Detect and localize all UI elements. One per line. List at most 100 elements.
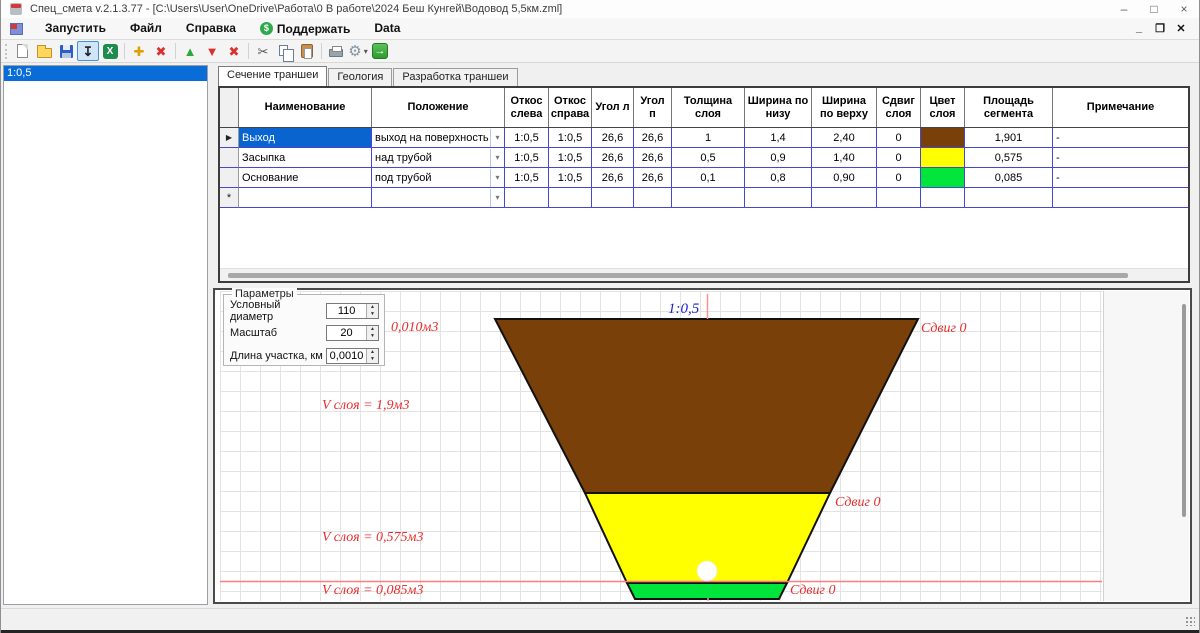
paste-button[interactable] <box>296 41 318 61</box>
cell-angle-r[interactable] <box>634 188 672 208</box>
close-button[interactable]: × <box>1169 1 1199 18</box>
column-header-note[interactable]: Примечание <box>1053 88 1188 127</box>
column-header-width-bottom[interactable]: Ширина по низу <box>745 88 812 127</box>
cell-width-top[interactable]: 2,40 <box>812 128 877 148</box>
menu-item-help[interactable]: Справка <box>174 18 248 39</box>
spin-up-icon[interactable]: ▲ <box>367 349 378 356</box>
cell-slope-left[interactable] <box>505 188 549 208</box>
cell-thickness[interactable]: 0,1 <box>672 168 745 188</box>
cell-note[interactable] <box>1053 188 1188 208</box>
move-down-button[interactable]: ▼ <box>201 41 223 61</box>
vertical-scrollbar-thumb[interactable] <box>1182 304 1186 517</box>
layer-exit-polygon[interactable] <box>495 319 918 493</box>
cell-angle-r[interactable]: 26,6 <box>634 168 672 188</box>
column-header-shift[interactable]: Сдвиг слоя <box>877 88 921 127</box>
spin-up-icon[interactable]: ▲ <box>367 326 378 333</box>
tab-trench-development[interactable]: Разработка траншеи <box>393 68 517 86</box>
resize-grip[interactable] <box>1185 616 1195 626</box>
cell-layer-color[interactable] <box>921 188 965 208</box>
cell-angle-l[interactable]: 26,6 <box>592 168 634 188</box>
cell-name[interactable]: Засыпка <box>239 148 372 168</box>
cell-angle-r[interactable]: 26,6 <box>634 148 672 168</box>
cell-area[interactable] <box>965 188 1053 208</box>
save-button[interactable] <box>55 41 77 61</box>
cell-name[interactable] <box>239 188 372 208</box>
cell-slope-right[interactable] <box>549 188 592 208</box>
cell-thickness[interactable]: 0,5 <box>672 148 745 168</box>
spin-down-icon[interactable]: ▼ <box>367 311 378 318</box>
cell-position[interactable]: ▾ <box>372 188 505 208</box>
excel-export-button[interactable]: X <box>99 41 121 61</box>
add-row-button[interactable]: ✚ <box>128 41 150 61</box>
cell-width-top[interactable]: 1,40 <box>812 148 877 168</box>
cell-name[interactable]: Выход <box>239 128 372 148</box>
list-item-section[interactable]: 1:0,5 <box>4 66 207 81</box>
settings-button[interactable]: ⚙▾ <box>347 41 369 61</box>
cell-note[interactable]: - <box>1053 168 1188 188</box>
tab-trench-section[interactable]: Сечение траншеи <box>218 66 327 86</box>
dropdown-button[interactable]: ▾ <box>490 149 504 167</box>
column-header-angle-l[interactable]: Угол л <box>592 88 634 127</box>
column-header-width-top[interactable]: Ширина по верху <box>812 88 877 127</box>
cell-shift[interactable]: 0 <box>877 148 921 168</box>
cell-area[interactable]: 0,085 <box>965 168 1053 188</box>
cell-area[interactable]: 0,575 <box>965 148 1053 168</box>
dropdown-button[interactable]: ▾ <box>490 189 504 207</box>
dropdown-button[interactable]: ▾ <box>490 169 504 187</box>
spin-down-icon[interactable]: ▼ <box>367 333 378 340</box>
cell-note[interactable]: - <box>1053 128 1188 148</box>
cell-shift[interactable]: 0 <box>877 128 921 148</box>
mdi-close-button[interactable]: ✕ <box>1175 22 1187 35</box>
cell-position[interactable]: выход на поверхность▾ <box>372 128 505 148</box>
cell-slope-right[interactable]: 1:0,5 <box>549 168 592 188</box>
column-header-area[interactable]: Площадь сегмента <box>965 88 1053 127</box>
horizontal-scrollbar-thumb[interactable] <box>228 273 1128 278</box>
cell-slope-right[interactable]: 1:0,5 <box>549 148 592 168</box>
cell-layer-color[interactable] <box>921 148 965 168</box>
column-header-position[interactable]: Положение <box>372 88 505 127</box>
cell-angle-l[interactable] <box>592 188 634 208</box>
mdi-minimize-button[interactable]: _ <box>1133 22 1145 35</box>
cell-layer-color[interactable] <box>921 128 965 148</box>
move-up-button[interactable]: ▲ <box>179 41 201 61</box>
menu-item-run[interactable]: Запустить <box>33 18 118 39</box>
cell-thickness[interactable] <box>672 188 745 208</box>
print-button[interactable] <box>325 41 347 61</box>
column-header-angle-r[interactable]: Угол п <box>634 88 672 127</box>
cell-angle-l[interactable]: 26,6 <box>592 128 634 148</box>
scale-stepper[interactable]: 20 ▲▼ <box>326 325 379 341</box>
cell-shift[interactable]: 0 <box>877 168 921 188</box>
new-document-button[interactable] <box>11 41 33 61</box>
delete-button[interactable]: ✖ <box>223 41 245 61</box>
delete-row-button[interactable]: ✖ <box>150 41 172 61</box>
horizontal-scrollbar[interactable] <box>220 268 1188 281</box>
cell-shift[interactable] <box>877 188 921 208</box>
pipe-circle[interactable] <box>697 561 717 581</box>
cell-position[interactable]: над трубой▾ <box>372 148 505 168</box>
spin-up-icon[interactable]: ▲ <box>367 304 378 311</box>
column-header-slope-left[interactable]: Откос слева <box>505 88 549 127</box>
cell-angle-l[interactable]: 26,6 <box>592 148 634 168</box>
mdi-restore-button[interactable]: ❐ <box>1154 22 1166 35</box>
cell-position[interactable]: под трубой▾ <box>372 168 505 188</box>
menu-item-file[interactable]: Файл <box>118 18 174 39</box>
column-header-color[interactable]: Цвет слоя <box>921 88 965 127</box>
import-section-button[interactable]: ↧ <box>77 41 99 61</box>
cell-name[interactable]: Основание <box>239 168 372 188</box>
copy-button[interactable] <box>274 41 296 61</box>
cell-layer-color[interactable] <box>921 168 965 188</box>
spin-down-icon[interactable]: ▼ <box>367 356 378 363</box>
cell-width-top[interactable]: 0,90 <box>812 168 877 188</box>
cell-width-bottom[interactable]: 0,8 <box>745 168 812 188</box>
nominal-diameter-stepper[interactable]: 110 ▲▼ <box>326 303 379 319</box>
cell-area[interactable]: 1,901 <box>965 128 1053 148</box>
cell-slope-left[interactable]: 1:0,5 <box>505 148 549 168</box>
column-header-slope-right[interactable]: Откос справа <box>549 88 592 127</box>
tab-geology[interactable]: Геология <box>328 68 392 86</box>
cell-width-bottom[interactable] <box>745 188 812 208</box>
layer-base-polygon[interactable] <box>627 583 787 599</box>
dropdown-button[interactable]: ▾ <box>490 129 504 147</box>
cell-width-bottom[interactable]: 1,4 <box>745 128 812 148</box>
cell-slope-left[interactable]: 1:0,5 <box>505 128 549 148</box>
cut-button[interactable]: ✂ <box>252 41 274 61</box>
